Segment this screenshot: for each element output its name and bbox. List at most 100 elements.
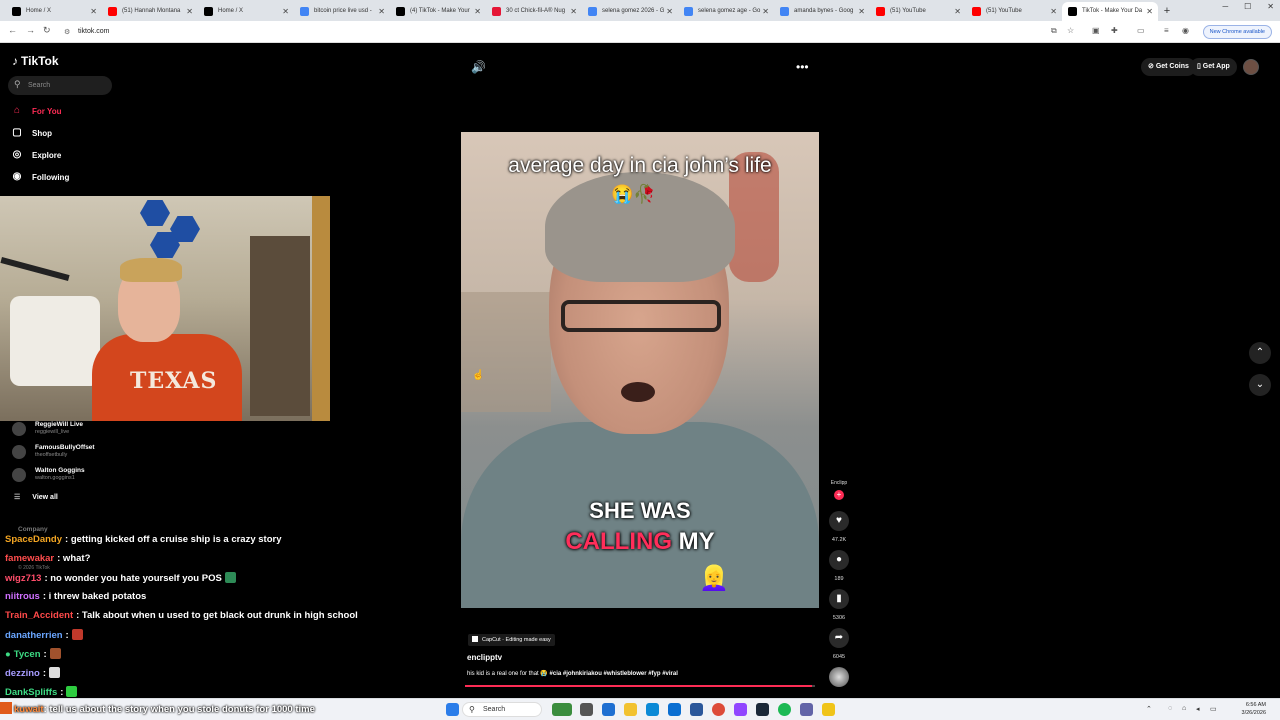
tab-close-icon[interactable]: ✕	[90, 2, 97, 21]
sidebar-item-explore[interactable]: ◎ Explore	[10, 147, 62, 163]
company-link[interactable]: Company	[18, 526, 48, 533]
sidebar-item-shop[interactable]: ▢ Shop	[10, 125, 52, 141]
maximize-icon[interactable]: ☐	[1244, 2, 1251, 11]
browser-tab[interactable]: TikTok - Make Your Da ✕	[1062, 2, 1158, 21]
bookmark-star-icon[interactable]: ☆	[1067, 26, 1074, 35]
follow-button[interactable]: +	[834, 490, 844, 500]
browser-tab[interactable]: selena gomez age - Go ✕	[678, 2, 774, 21]
battery-icon[interactable]: ▭	[1210, 705, 1217, 713]
browser-tab[interactable]: 30 ct Chick-fil-A® Nug ✕	[486, 2, 582, 21]
browser-tab[interactable]: Home / X ✕	[6, 2, 102, 21]
tab-close-icon[interactable]: ✕	[378, 2, 385, 21]
like-button[interactable]: ♥	[829, 511, 849, 531]
tab-close-icon[interactable]: ✕	[954, 2, 961, 21]
browser-tab[interactable]: bitcoin price live usd - ✕	[294, 2, 390, 21]
video-player[interactable]: average day in cia john’s life 😭🥀 SHE WA…	[461, 132, 819, 608]
warning-icon[interactable]	[822, 703, 835, 716]
sidebar-item-following[interactable]: ◉ Following	[10, 169, 70, 185]
tray-wifi-off-icon[interactable]: ◌	[1168, 705, 1172, 712]
photos-icon[interactable]	[690, 703, 703, 716]
get-app-button[interactable]: ▯ Get App	[1190, 58, 1237, 76]
user-avatar[interactable]	[1243, 59, 1259, 75]
system-clock[interactable]: 6:56 AM 3/26/2026	[1226, 701, 1266, 717]
tab-close-icon[interactable]: ✕	[858, 2, 865, 21]
curtain	[312, 196, 330, 421]
comment-button[interactable]: ●	[829, 550, 849, 570]
hashtags[interactable]: #cia #johnkiriakou #whistleblower #fyp #…	[550, 671, 678, 677]
next-video-button[interactable]: ⌄	[1249, 374, 1271, 396]
previous-video-button[interactable]: ⌃	[1249, 342, 1271, 364]
following-account[interactable]: Walton Goggins walton.goggins1	[12, 467, 85, 482]
sidebar-item-for-you[interactable]: ⌂ For You	[10, 103, 62, 119]
view-all-link[interactable]: ☰ View all	[14, 493, 58, 501]
tab-close-icon[interactable]: ✕	[762, 2, 769, 21]
capcut-badge[interactable]: CapCut · Editing made easy	[468, 634, 555, 646]
install-icon[interactable]: ⧉	[1051, 26, 1057, 36]
volume-tray-icon[interactable]: ◂	[1196, 705, 1200, 713]
volume-icon[interactable]: 🔊	[471, 60, 486, 74]
site-info-icon[interactable]: ⚙	[64, 28, 70, 36]
following-account[interactable]: FamousBullyOffset theoffsetbully	[12, 444, 95, 459]
youtube-icon	[108, 7, 117, 16]
sofa	[10, 296, 100, 386]
update-chrome-button[interactable]: New Chrome available	[1202, 25, 1272, 39]
profile-icon[interactable]: ◉	[1182, 26, 1189, 35]
video-progress-bar[interactable]	[465, 685, 815, 687]
share-button[interactable]: ➦	[829, 628, 849, 648]
tab-close-icon[interactable]: ✕	[186, 2, 193, 21]
store-icon[interactable]	[668, 703, 681, 716]
tab-close-icon[interactable]: ✕	[666, 2, 673, 21]
edge-icon[interactable]	[646, 703, 659, 716]
save-button[interactable]: ▮	[829, 589, 849, 609]
shirt-print: TEXAS	[130, 368, 218, 394]
tab-close-icon[interactable]: ✕	[570, 2, 577, 21]
spotify-icon[interactable]	[778, 703, 791, 716]
browser-tab[interactable]: Home / X ✕	[198, 2, 294, 21]
video-author[interactable]: enclipptv	[467, 653, 502, 662]
tray-chevron-icon[interactable]: ⌃	[1146, 705, 1152, 713]
browser-tab[interactable]: (51) YouTube ✕	[966, 2, 1062, 21]
browser-tab[interactable]: (51) Hannah Montana ✕	[102, 2, 198, 21]
sidepanel-icon[interactable]: ▭	[1137, 26, 1145, 35]
tab-close-icon[interactable]: ✕	[474, 2, 481, 21]
browser-tab[interactable]: (51) YouTube ✕	[870, 2, 966, 21]
creator-handle[interactable]: Enclipp	[826, 480, 852, 486]
following-account[interactable]: ReggieWill Live reggiewill_live	[12, 421, 83, 436]
more-options-icon[interactable]: •••	[796, 60, 809, 74]
task-view-icon[interactable]	[580, 703, 593, 716]
network-icon[interactable]: ⌂	[1182, 705, 1186, 712]
file-explorer-icon[interactable]	[624, 703, 637, 716]
extension-icon[interactable]: ▣	[1092, 26, 1100, 35]
taskbar-search[interactable]: ⚲ Search	[462, 702, 542, 717]
browser-tab[interactable]: selena gomez 2026 - G ✕	[582, 2, 678, 21]
close-window-icon[interactable]: ✕	[1267, 2, 1274, 11]
forward-icon[interactable]: →	[26, 25, 35, 35]
chat-username: DankSpliffs	[5, 687, 58, 698]
browser-tab[interactable]: amanda bynes - Goog ✕	[774, 2, 870, 21]
app-icon[interactable]	[734, 703, 747, 716]
back-icon[interactable]: ←	[8, 25, 17, 35]
media-icon[interactable]: ≡	[1164, 26, 1169, 35]
obs-icon[interactable]	[800, 703, 813, 716]
copilot-icon[interactable]	[602, 703, 615, 716]
chrome-icon[interactable]	[712, 703, 725, 716]
search-input[interactable]: ⚲ Search	[8, 76, 112, 95]
get-coins-button[interactable]: ⊘ Get Coins	[1141, 58, 1196, 76]
caption-white-word: MY	[678, 528, 715, 555]
url-field[interactable]: ⚙ tiktok.com	[62, 24, 1042, 40]
browser-tab[interactable]: (4) TikTok - Make Your ✕	[390, 2, 486, 21]
music-disc-icon[interactable]	[829, 667, 849, 687]
reload-icon[interactable]: ↻	[43, 25, 51, 36]
steam-icon[interactable]	[756, 703, 769, 716]
new-tab-icon[interactable]: +	[1158, 2, 1176, 21]
tab-close-icon[interactable]: ✕	[1146, 2, 1153, 21]
puzzle-icon[interactable]: ✚	[1111, 26, 1118, 35]
tab-close-icon[interactable]: ✕	[1050, 2, 1057, 21]
chat-badge-icon	[0, 702, 12, 714]
windows-start-icon[interactable]	[446, 703, 459, 716]
widgets-icon[interactable]	[552, 703, 572, 716]
minimize-icon[interactable]: ─	[1222, 2, 1228, 11]
tab-close-icon[interactable]: ✕	[282, 2, 289, 21]
heart-icon: ♥	[836, 515, 842, 526]
tiktok-logo[interactable]: ♪ TikTok	[12, 54, 59, 68]
